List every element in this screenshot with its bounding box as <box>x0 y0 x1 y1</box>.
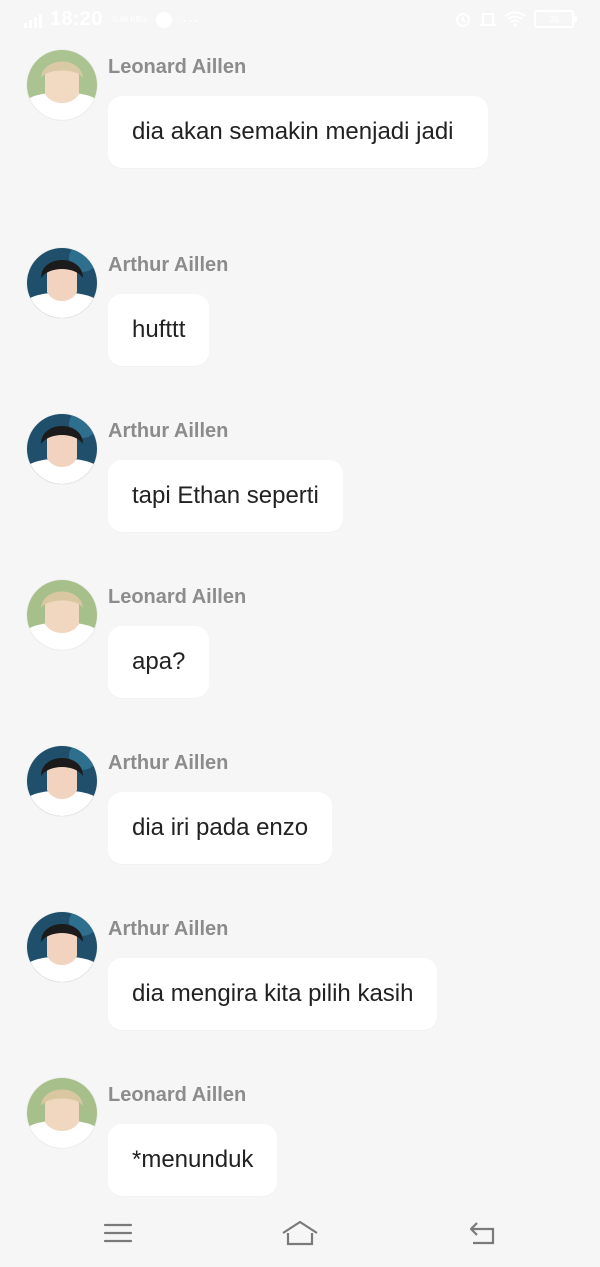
back-icon <box>469 1222 495 1245</box>
message-bubble[interactable]: hufttt <box>108 294 210 366</box>
sender-name: Leonard Aillen <box>108 586 247 608</box>
menu-button[interactable] <box>98 1215 138 1251</box>
sender-name: Arthur Aillen <box>108 254 229 276</box>
avatar-arthur[interactable] <box>27 912 97 982</box>
status-left: 18:20 0.46 KB/s ··· <box>24 8 199 31</box>
status-bar: 18:20 0.46 KB/s ··· 36 <box>0 0 600 44</box>
avatar-arthur[interactable] <box>27 248 97 318</box>
silent-icon <box>480 13 496 26</box>
message-bubble[interactable]: dia mengira kita pilih kasih <box>108 958 438 1030</box>
message-bubble[interactable]: apa? <box>108 626 210 698</box>
message-bubble[interactable]: *menunduk <box>108 1124 278 1196</box>
status-right: 36 <box>454 10 577 28</box>
sender-name: Arthur Aillen <box>108 752 229 774</box>
avatar-arthur[interactable] <box>27 414 97 484</box>
battery-level: 36 <box>548 14 559 24</box>
avatar-leonard[interactable] <box>27 1078 97 1148</box>
menu-icon <box>103 1223 133 1243</box>
clock: 18:20 <box>50 8 103 30</box>
network-speed: 0.46 KB/s <box>112 14 148 24</box>
more-icon: ··· <box>181 9 200 30</box>
home-button[interactable] <box>280 1215 320 1251</box>
sender-name: Leonard Aillen <box>108 56 247 78</box>
home-icon <box>282 1220 318 1246</box>
avatar-leonard[interactable] <box>27 50 97 120</box>
avatar-leonard[interactable] <box>27 580 97 650</box>
sender-name: Arthur Aillen <box>108 918 229 940</box>
signal-icon <box>24 12 42 28</box>
alarm-icon <box>456 13 470 27</box>
sender-name: Leonard Aillen <box>108 1084 247 1106</box>
chat-area: Leonard Aillen dia akan semakin menjadi … <box>0 44 600 1199</box>
sender-name: Arthur Aillen <box>108 420 229 442</box>
message-bubble[interactable]: dia iri pada enzo <box>108 792 333 864</box>
avatar-arthur[interactable] <box>27 746 97 816</box>
message-bubble[interactable]: dia akan semakin menjadi jadi <box>108 96 488 168</box>
message-bubble[interactable]: tapi Ethan seperti <box>108 460 343 532</box>
wifi-icon <box>504 11 526 27</box>
battery-icon: 36 <box>534 10 577 28</box>
back-button[interactable] <box>462 1215 502 1251</box>
messenger-icon <box>156 11 173 28</box>
system-nav-bar <box>0 1199 600 1267</box>
